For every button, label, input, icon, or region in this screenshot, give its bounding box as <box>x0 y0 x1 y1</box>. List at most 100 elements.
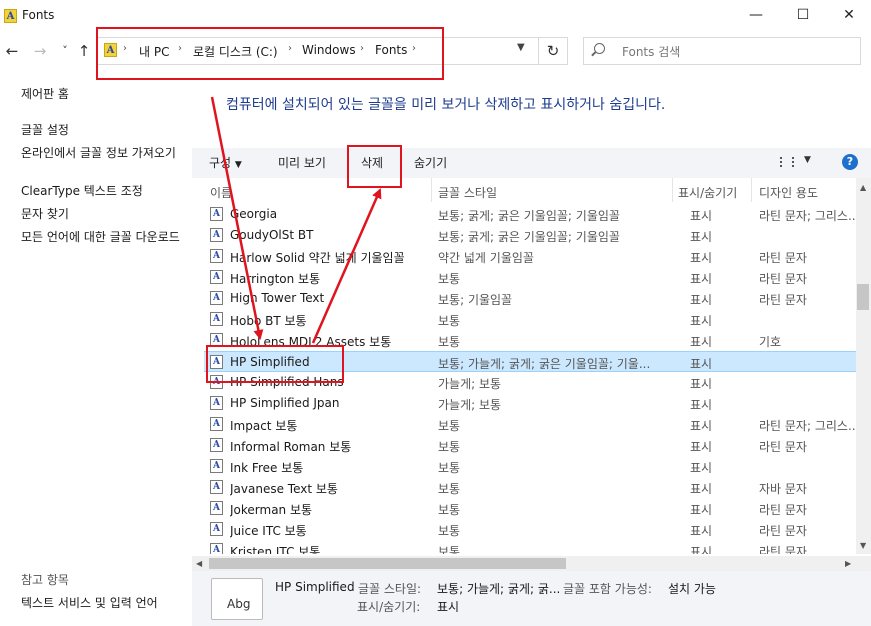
font-visibility: 표시 <box>690 545 713 554</box>
window-title: Fonts <box>22 8 55 22</box>
font-row[interactable]: A High Tower Text 보통; 기울임꼴 표시 라틴 문자 <box>204 288 856 309</box>
recent-locations-button[interactable]: ˅ <box>55 38 75 64</box>
minimize-button[interactable]: — <box>733 0 779 32</box>
scroll-left-icon[interactable]: ◀ <box>196 559 202 568</box>
help-icon[interactable]: ? <box>842 154 858 170</box>
font-style: 약간 넓게 기울임꼴 <box>438 251 534 265</box>
column-divider[interactable] <box>751 178 752 202</box>
font-visibility: 표시 <box>690 461 713 475</box>
find-character-link[interactable]: 문자 찾기 <box>21 208 69 221</box>
font-row[interactable]: A Harrington 보통 보통 표시 라틴 문자 <box>204 267 856 288</box>
font-visibility: 표시 <box>690 524 713 538</box>
font-visibility: 표시 <box>690 230 713 244</box>
font-visibility: 표시 <box>690 357 713 371</box>
font-designed-for: 라틴 문자 <box>759 524 807 538</box>
font-designed-for: 라틴 문자; 그리스... <box>759 419 856 433</box>
font-file-icon: A <box>210 228 223 242</box>
font-visibility: 표시 <box>690 377 713 391</box>
font-row[interactable]: A Hobo BT 보통 보통 표시 <box>204 309 856 330</box>
control-panel-home-link[interactable]: 제어판 홈 <box>21 88 69 101</box>
details-show-label: 표시/숨기기: <box>357 600 421 614</box>
annotation-box-delete <box>347 145 402 188</box>
vertical-scrollbar[interactable] <box>856 178 871 554</box>
font-row[interactable]: A Harlow Solid 약간 넓게 기울임꼴 약간 넓게 기울임꼴 표시 라틴 문… <box>204 246 856 267</box>
font-designed-for: 라틴 문자 <box>759 272 807 286</box>
scroll-right-icon[interactable]: ▶ <box>845 559 851 568</box>
font-style: 가늘게; 보통 <box>438 398 502 412</box>
search-placeholder: Fonts 검색 <box>622 45 681 59</box>
column-header-show-hide[interactable]: 표시/숨기기 <box>678 184 737 201</box>
column-header-name[interactable]: 이름 <box>210 184 232 201</box>
forward-button[interactable]: → <box>30 38 50 64</box>
details-font-name: HP Simplified <box>275 580 355 594</box>
cleartype-tuner-link[interactable]: ClearType 텍스트 조정 <box>21 185 143 198</box>
font-style: 보통 <box>438 482 461 496</box>
hide-button[interactable]: 숨기기 <box>414 154 447 171</box>
font-name: HP Simplified Jpan <box>230 396 340 410</box>
font-style: 보통 <box>438 272 461 286</box>
column-divider[interactable] <box>431 178 432 202</box>
text-services-link[interactable]: 텍스트 서비스 및 입력 언어 <box>21 597 158 610</box>
horizontal-scroll-thumb[interactable] <box>209 558 566 569</box>
scroll-up-icon[interactable]: ▲ <box>860 183 866 192</box>
chevron-down-icon: ▼ <box>234 160 242 170</box>
font-name: GoudyOlSt BT <box>230 228 314 242</box>
font-visibility: 표시 <box>690 272 713 286</box>
preview-button[interactable]: 미리 보기 <box>278 154 326 171</box>
fonts-app-icon: A <box>4 9 17 23</box>
address-dropdown-icon[interactable]: ▼ <box>517 42 525 53</box>
font-designed-for: 기호 <box>759 335 782 349</box>
font-file-icon: A <box>210 312 223 326</box>
column-header-style[interactable]: 글꼴 스타일 <box>438 184 497 201</box>
organize-button[interactable]: 구성 ▼ <box>209 154 242 171</box>
scroll-down-icon[interactable]: ▼ <box>860 541 866 550</box>
annotation-box-address <box>96 27 444 80</box>
font-style: 보통; 굵게; 굵은 기울임꼴; 기울임꼴 <box>438 230 620 244</box>
font-visibility: 표시 <box>690 209 713 223</box>
font-row[interactable]: A Javanese Text 보통 보통 표시 자바 문자 <box>204 477 856 498</box>
font-visibility: 표시 <box>690 482 713 496</box>
font-row[interactable]: A Impact 보통 보통 표시 라틴 문자; 그리스... <box>204 414 856 435</box>
annotation-box-selected-font <box>206 345 344 383</box>
font-style: 보통 <box>438 314 461 328</box>
refresh-button[interactable]: ↻ <box>539 37 568 65</box>
view-dropdown-icon[interactable]: ▼ <box>804 155 811 165</box>
font-row[interactable]: A Informal Roman 보통 보통 표시 라틴 문자 <box>204 435 856 456</box>
font-visibility: 표시 <box>690 293 713 307</box>
font-style: 가늘게; 보통 <box>438 377 502 391</box>
organize-label: 구성 <box>209 156 232 170</box>
download-fonts-link[interactable]: 모든 언어에 대한 글꼴 다운로드 <box>21 231 187 244</box>
font-settings-link[interactable]: 글꼴 설정 <box>21 124 69 137</box>
font-style: 보통; 가늘게; 굵게; 굵은 기울임꼴; 기울... <box>438 357 651 371</box>
font-style: 보통 <box>438 335 461 349</box>
font-style: 보통 <box>438 419 461 433</box>
maximize-button[interactable]: ☐ <box>780 0 826 32</box>
font-row[interactable]: A GoudyOlSt BT 보통; 굵게; 굵은 기울임꼴; 기울임꼴 표시 <box>204 225 856 246</box>
font-file-icon: A <box>210 501 223 515</box>
font-designed-for: 라틴 문자; 그리스... <box>759 209 856 223</box>
font-designed-for: 자바 문자 <box>759 482 807 496</box>
up-button[interactable]: ↑ <box>74 38 94 64</box>
scroll-corner <box>856 556 871 571</box>
font-name: Jokerman 보통 <box>230 503 313 517</box>
font-row[interactable]: A Ink Free 보통 보통 표시 <box>204 456 856 477</box>
vertical-scroll-thumb[interactable] <box>857 284 869 310</box>
details-show-value: 표시 <box>437 600 460 614</box>
font-row[interactable]: A Jokerman 보통 보통 표시 라틴 문자 <box>204 498 856 519</box>
get-font-info-online-link[interactable]: 온라인에서 글꼴 정보 가져오기 <box>21 147 183 160</box>
font-row[interactable]: A Juice ITC 보통 보통 표시 라틴 문자 <box>204 519 856 540</box>
view-options-icon[interactable] <box>780 157 794 167</box>
font-row[interactable]: A Kristen ITC 보통 보통 표시 라틴 문자 <box>204 540 856 554</box>
font-name: Informal Roman 보통 <box>230 440 352 454</box>
column-divider[interactable] <box>672 178 673 202</box>
font-file-icon: A <box>210 522 223 536</box>
font-file-icon: A <box>210 249 223 263</box>
font-visibility: 표시 <box>690 440 713 454</box>
font-designed-for: 라틴 문자 <box>759 251 807 265</box>
font-designed-for: 라틴 문자 <box>759 503 807 517</box>
column-header-designed-for[interactable]: 디자인 용도 <box>759 184 818 201</box>
font-row[interactable]: A Georgia 보통; 굵게; 굵은 기울임꼴; 기울임꼴 표시 라틴 문자; 그리… <box>204 204 856 225</box>
close-button[interactable]: ✕ <box>826 0 871 32</box>
back-button[interactable]: ← <box>2 38 22 64</box>
font-row[interactable]: A HP Simplified Jpan 가늘게; 보통 표시 <box>204 393 856 414</box>
